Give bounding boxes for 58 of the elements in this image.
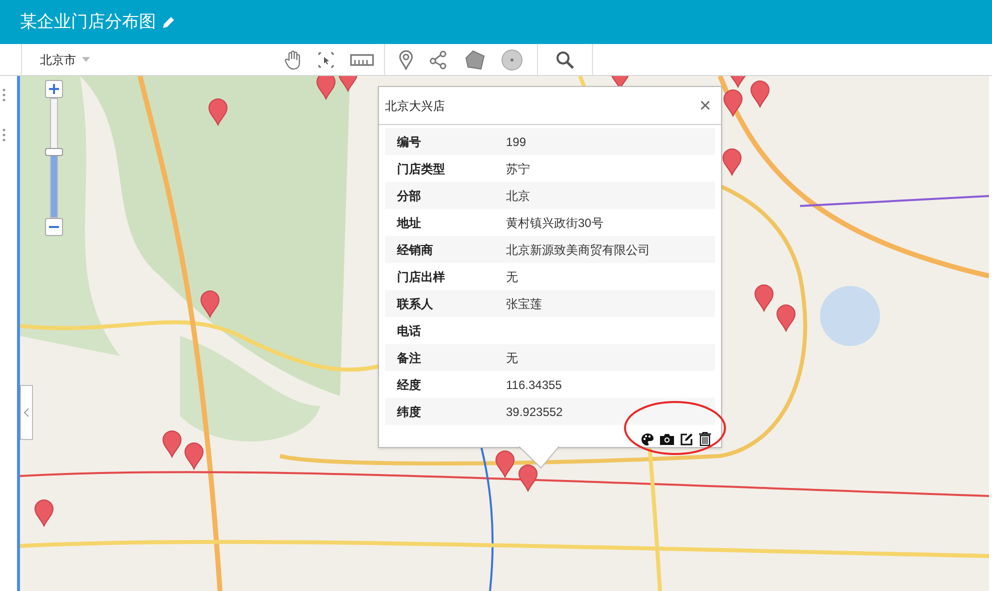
map-pin-icon[interactable] [754, 284, 774, 312]
field-label: 地址 [396, 214, 422, 232]
camera-icon[interactable] [660, 433, 674, 445]
field-label: 经度 [396, 376, 422, 394]
plus-icon [49, 84, 59, 94]
field-value: 199 [506, 134, 526, 150]
caret-icon [82, 57, 90, 62]
zoom-in-button[interactable] [45, 80, 63, 98]
polyline-icon[interactable] [429, 50, 449, 70]
trash-icon[interactable] [699, 432, 711, 446]
field-value: 苏宁 [506, 160, 530, 178]
field-label: 纬度 [396, 404, 422, 420]
drag-handle-icon[interactable] [2, 128, 6, 142]
city-dropdown[interactable]: 北京市 [22, 44, 284, 75]
field-label: 门店出样 [396, 268, 446, 286]
map-title: 某企业门店分布图 [20, 11, 156, 34]
map-pin-icon[interactable] [316, 76, 336, 100]
map-pin-icon[interactable] [184, 442, 204, 470]
field-value: 无 [506, 268, 518, 286]
field-label: 电话 [396, 322, 422, 340]
field-value: 116.34355 [506, 376, 562, 394]
field-label: 备注 [396, 350, 422, 366]
map-pin-icon[interactable] [162, 430, 182, 458]
map-pin-icon[interactable] [776, 304, 796, 332]
location-pin-icon[interactable] [399, 50, 413, 70]
map-pin-icon[interactable] [208, 98, 228, 126]
field-value: 黄村镇兴政街30号 [506, 214, 604, 232]
field-label: 分部 [396, 188, 422, 204]
zoom-thumb[interactable] [45, 148, 63, 156]
field-label: 门店类型 [396, 160, 446, 178]
map-pin-icon[interactable] [495, 450, 515, 478]
field-value: 39.923552 [506, 404, 563, 420]
map-pin-icon[interactable] [34, 499, 54, 527]
map-pin-icon[interactable] [722, 148, 742, 176]
field-label: 经销商 [396, 242, 434, 258]
zoom-out-button[interactable] [45, 218, 63, 236]
map-pin-icon[interactable] [518, 464, 538, 492]
search-icon[interactable] [556, 50, 574, 68]
field-value: 无 [506, 350, 518, 366]
close-button[interactable]: × [699, 96, 715, 116]
map-pin-icon[interactable] [200, 290, 220, 318]
field-value: 北京新源致美商贸有限公司 [506, 242, 650, 258]
map-pin-icon[interactable] [750, 80, 770, 108]
ruler-icon[interactable] [350, 54, 374, 66]
field-value: 张宝莲 [506, 296, 542, 312]
field-label: 编号 [396, 134, 422, 150]
polygon-icon[interactable] [465, 50, 485, 70]
palette-icon[interactable] [641, 432, 654, 446]
field-value: 北京 [506, 188, 530, 204]
edit-icon[interactable] [680, 432, 693, 446]
select-area-icon[interactable] [318, 52, 334, 68]
hand-icon[interactable] [284, 50, 302, 70]
circle-icon[interactable] [501, 48, 523, 70]
drag-handle-icon[interactable] [2, 88, 6, 102]
field-label: 联系人 [396, 296, 434, 312]
chevron-left-icon [24, 408, 29, 417]
popup-title: 北京大兴店 [385, 98, 445, 114]
pencil-icon[interactable] [162, 16, 175, 28]
